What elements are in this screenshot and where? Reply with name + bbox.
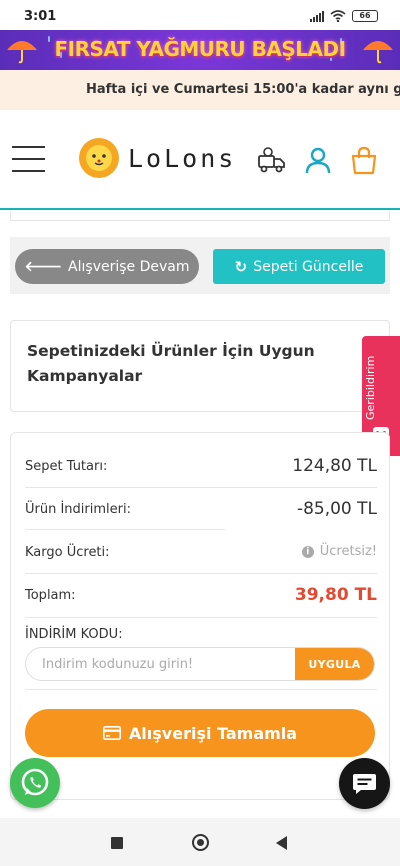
campaigns-card: Sepetinizdeki Ürünler İçin Uygun Kampany… [10, 320, 390, 412]
credit-card-icon [102, 726, 121, 740]
coupon-form: UYGULA [25, 647, 375, 681]
refresh-icon: ↻ [234, 257, 248, 276]
feedback-label: Geribildirim [364, 355, 377, 421]
promo-banner[interactable]: FIRSAT YAĞMURU BAŞLADI [0, 30, 400, 70]
checkout-button[interactable]: Alışverişi Tamamla [25, 709, 375, 757]
live-chat-button[interactable] [339, 758, 390, 809]
promo-title: FIRSAT YAĞMURU BAŞLADI [54, 37, 346, 61]
divider [25, 689, 377, 690]
apply-coupon-button[interactable]: UYGULA [295, 648, 374, 680]
info-icon[interactable]: i [301, 545, 314, 558]
shipping-row: Kargo Ücreti: i Ücretsiz! [25, 531, 377, 575]
total-row: Toplam: 39,80 TL [25, 574, 377, 618]
divider [25, 529, 225, 530]
continue-shopping-button[interactable]: 🡐 Alışverişe Devam [15, 249, 199, 284]
ticker-text: Hafta içi ve Cumartesi 15:00'a kadar ayn… [86, 82, 400, 97]
continue-shopping-label: Alışverişe Devam [68, 258, 190, 275]
home-icon[interactable] [192, 834, 209, 851]
shopping-bag-icon[interactable] [348, 144, 380, 176]
arrow-left-icon: 🡐 [24, 259, 63, 275]
hamburger-menu-icon[interactable] [12, 146, 45, 172]
update-cart-button[interactable]: ↻ Sepeti Güncelle [213, 249, 385, 284]
campaigns-title: Sepetinizdeki Ürünler İçin Uygun Kampany… [27, 342, 315, 385]
battery-indicator: 66 [352, 10, 378, 22]
back-icon[interactable] [276, 836, 287, 850]
site-logo[interactable]: LoLons [76, 136, 236, 180]
subtotal-value: 124,80 TL [292, 456, 377, 476]
shipping-value: Ücretsiz! [319, 544, 377, 559]
whatsapp-button[interactable] [10, 758, 60, 808]
discount-label: Ürün İndirimleri: [25, 502, 131, 517]
site-header: LoLons [0, 110, 400, 210]
coupon-input[interactable] [26, 648, 296, 680]
discount-row: Ürün İndirimleri: -85,00 TL [25, 488, 377, 532]
whatsapp-icon [21, 768, 49, 796]
shipping-label: Kargo Ücreti: [25, 545, 110, 560]
logo-wordmark: LoLons [128, 143, 237, 173]
user-icon[interactable] [302, 144, 334, 176]
announcement-ticker: Hafta içi ve Cumartesi 15:00'a kadar ayn… [0, 70, 400, 110]
system-navigation-bar [0, 818, 400, 866]
recent-apps-icon[interactable] [111, 837, 123, 849]
status-bar: 3:01 66 [0, 0, 400, 30]
subtotal-label: Sepet Tutarı: [25, 459, 108, 474]
delivery-truck-icon[interactable] [256, 144, 288, 176]
signal-icon [310, 10, 324, 22]
wifi-icon [330, 10, 346, 22]
update-cart-label: Sepeti Güncelle [253, 258, 364, 275]
subtotal-row: Sepet Tutarı: 124,80 TL [25, 445, 377, 489]
total-value: 39,80 TL [294, 585, 377, 605]
order-summary-card: Sepet Tutarı: 124,80 TL Ürün İndirimleri… [10, 432, 390, 800]
lion-logo-icon [79, 138, 119, 178]
status-time: 3:01 [24, 9, 57, 24]
umbrella-icon [363, 41, 393, 64]
total-label: Toplam: [25, 588, 76, 603]
chat-bubble-icon [353, 774, 376, 794]
status-icons: 66 [310, 10, 378, 22]
cart-item-partial [10, 211, 390, 221]
divider [25, 617, 377, 618]
checkout-label: Alışverişi Tamamla [128, 723, 298, 743]
cart-action-bar: 🡐 Alışverişe Devam ↻ Sepeti Güncelle [10, 237, 390, 294]
discount-value: -85,00 TL [296, 499, 377, 519]
shipping-value-group: i Ücretsiz! [301, 544, 377, 559]
coupon-label: İNDİRİM KODU: [25, 627, 123, 642]
